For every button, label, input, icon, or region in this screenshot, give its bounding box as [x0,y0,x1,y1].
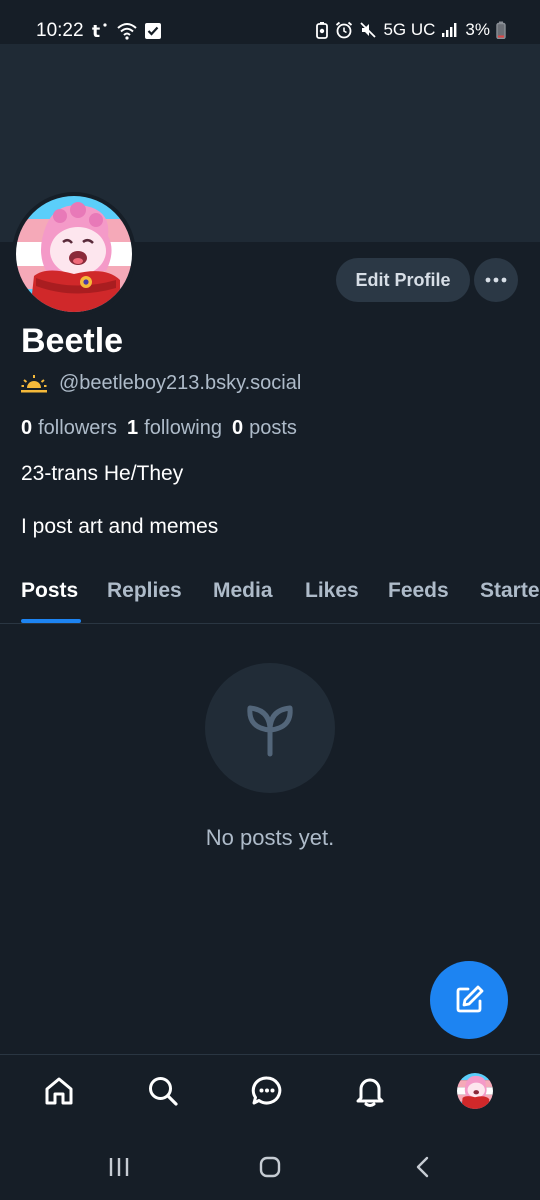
empty-state-text: No posts yet. [205,825,335,850]
recent-apps-button[interactable] [104,1152,134,1182]
posts-count: 0 [232,417,244,439]
system-navigation-bar [0,1130,540,1200]
svg-text:t: t [92,22,100,41]
chat-icon [251,1076,282,1105]
compose-post-button[interactable] [430,961,508,1039]
handle[interactable]: @beetleboy213.bsky.social [59,372,301,395]
empty-state-badge [205,663,335,793]
followers-count: 0 [21,417,33,439]
tab-starter-packs[interactable]: Starte [480,579,540,603]
more-options-button[interactable] [474,258,518,302]
followers-stat[interactable]: 0 followers [21,417,117,440]
bottom-navigation [0,1054,540,1130]
battery-percent: 3% [465,20,490,39]
alarm-icon [336,21,353,39]
bio-line-1: 23-trans He/They [21,462,184,485]
mute-icon [360,22,377,38]
active-tab-indicator [21,619,81,623]
network-type: 5G UC [383,20,436,39]
posts-label: posts [249,417,297,439]
nav-home[interactable] [41,1073,77,1109]
tab-posts[interactable]: Posts [21,579,78,603]
home-icon [45,1077,73,1105]
tab-feeds[interactable]: Feeds [388,579,449,603]
back-chevron-icon [416,1156,429,1178]
home-circle-icon [259,1156,281,1178]
signal-icon [442,23,457,37]
sunrise-icon [21,374,47,392]
status-left-icons: t [90,20,162,42]
battery-saver-icon [316,22,329,39]
profile-tabs: Posts Replies Media Likes Feeds Starte [0,560,540,624]
status-time: 10:22 [36,20,84,41]
profile-avatar[interactable] [12,192,136,316]
wifi-icon [117,23,137,40]
posts-stat: 0 posts [232,417,297,440]
tab-replies[interactable]: Replies [107,579,182,603]
tab-media[interactable]: Media [213,579,273,603]
handle-row: @beetleboy213.bsky.social [21,372,301,395]
avatar-image [16,196,132,312]
nav-chat[interactable] [249,1073,285,1109]
tumblr-notification-icon: t [92,22,107,41]
back-button[interactable] [408,1152,438,1182]
bell-icon [356,1078,384,1107]
following-stat[interactable]: 1 following [127,417,222,440]
edit-profile-button[interactable]: Edit Profile [336,258,470,302]
checkbox-notification-icon [145,23,161,39]
profile-stats: 0 followers 1 following 0 posts [21,417,297,440]
following-count: 1 [127,417,139,439]
search-icon [149,1077,178,1106]
sprout-icon [247,705,293,757]
avatar [457,1073,493,1109]
ellipsis-icon [485,277,507,283]
nav-profile[interactable] [457,1073,493,1109]
followers-label: followers [38,417,118,439]
recent-apps-icon [109,1158,129,1176]
status-bar: 10:22 t 5G UC 3% [0,0,540,44]
display-name: Beetle [21,322,124,360]
nav-search[interactable] [145,1073,181,1109]
bio-line-2: I post art and memes [21,515,219,538]
nav-notifications[interactable] [352,1073,388,1109]
battery-icon [496,21,506,39]
status-right-icons: 5G UC 3% [315,20,506,40]
home-system-button[interactable] [255,1152,285,1182]
compose-icon [456,985,484,1013]
following-label: following [144,417,222,439]
tab-likes[interactable]: Likes [305,579,359,603]
